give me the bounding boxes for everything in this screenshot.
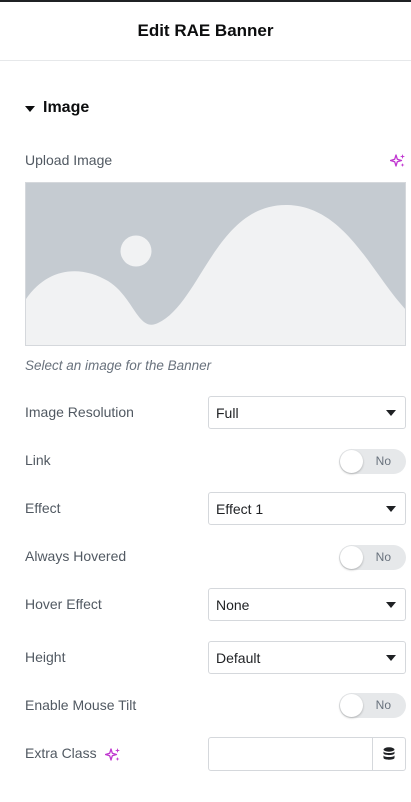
chevron-down-icon (386, 506, 396, 512)
toggle-knob (340, 450, 363, 473)
height-value: Default (216, 649, 261, 666)
always-hovered-label: Always Hovered (25, 548, 127, 564)
dynamic-tags-button[interactable] (372, 738, 405, 770)
chevron-down-icon (386, 655, 396, 661)
effect-value: Effect 1 (216, 500, 264, 517)
toggle-state: No (375, 550, 391, 564)
always-hovered-toggle[interactable]: No (339, 545, 406, 570)
hover-effect-label: Hover Effect (25, 596, 102, 612)
toggle-state: No (375, 454, 391, 468)
image-placeholder[interactable] (25, 182, 406, 346)
height-label: Height (25, 649, 66, 665)
database-icon (383, 747, 395, 760)
extra-class-input[interactable] (209, 738, 372, 770)
link-toggle[interactable]: No (339, 449, 406, 474)
toggle-knob (340, 694, 363, 717)
effect-label: Effect (25, 500, 61, 516)
panel-title: Edit RAE Banner (137, 21, 274, 40)
sparkle-icon[interactable] (389, 153, 406, 169)
panel-header: Edit RAE Banner (0, 2, 411, 61)
sparkle-icon[interactable] (104, 747, 121, 763)
extra-class-label: Extra Class (25, 745, 97, 761)
toggle-knob (340, 546, 363, 569)
effect-select[interactable]: Effect 1 (208, 492, 406, 525)
chevron-down-icon (386, 410, 396, 416)
mouse-tilt-label: Enable Mouse Tilt (25, 697, 137, 713)
image-resolution-value: Full (216, 404, 239, 421)
mouse-tilt-toggle[interactable]: No (339, 693, 406, 718)
section-title: Image (43, 99, 90, 116)
section-toggle-image[interactable]: Image (25, 99, 89, 117)
caret-down-icon (25, 105, 35, 112)
upload-image-label: Upload Image (25, 152, 113, 168)
image-description: Select an image for the Banner (25, 358, 212, 373)
hover-effect-select[interactable]: None (208, 588, 406, 621)
image-resolution-label: Image Resolution (25, 404, 134, 420)
hover-effect-value: None (216, 596, 250, 613)
height-select[interactable]: Default (208, 641, 406, 674)
link-label: Link (25, 452, 51, 468)
extra-class-field (208, 737, 406, 771)
image-resolution-select[interactable]: Full (208, 396, 406, 429)
chevron-down-icon (386, 602, 396, 608)
toggle-state: No (375, 698, 391, 712)
